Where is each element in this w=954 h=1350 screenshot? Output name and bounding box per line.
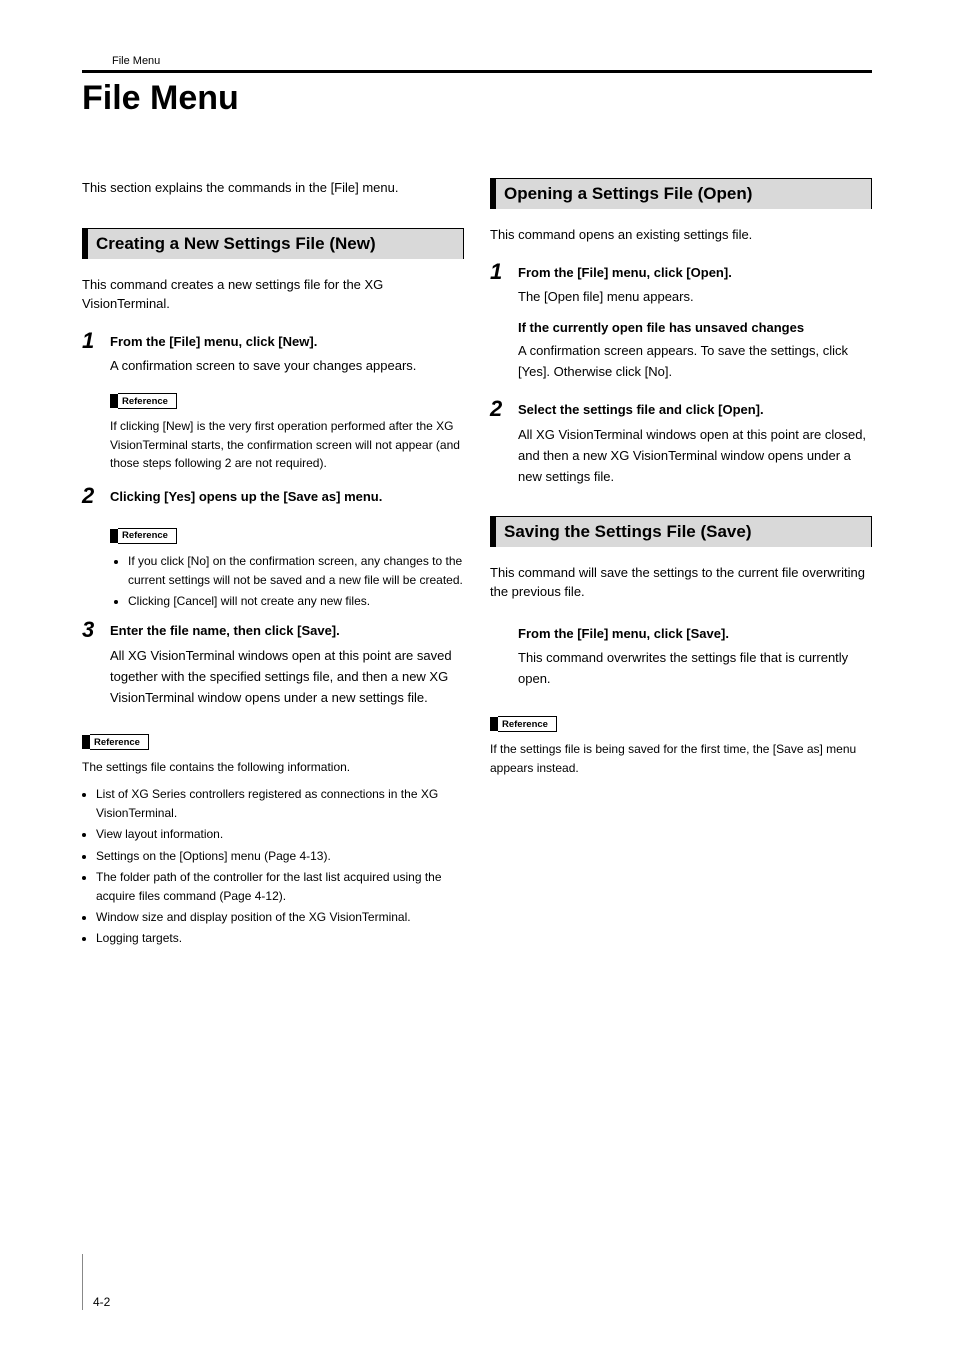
step-body: Enter the file name, then click [Save]. … (110, 621, 464, 708)
list-item: Logging targets. (96, 929, 464, 948)
ref-block-icon (82, 735, 90, 749)
section-b-desc: This command opens an existing settings … (490, 225, 872, 245)
step-text: All XG VisionTerminal windows open at th… (110, 648, 452, 705)
step-text: The [Open file] menu appears. (518, 289, 694, 304)
reference-note: The settings file contains the following… (82, 758, 464, 777)
step-num: 2 (82, 485, 110, 507)
step-num: 3 (82, 619, 110, 641)
step-body: Select the settings file and click [Open… (518, 400, 872, 487)
step-text: A confirmation screen appears. To save t… (518, 343, 848, 379)
title-rule (82, 70, 872, 73)
step-title: Select the settings file and click [Open… (518, 400, 872, 421)
step-title: From the [File] menu, click [Open]. (518, 263, 872, 284)
section-head-new: Creating a New Settings File (New) (82, 228, 464, 259)
reference-bullets: If you click [No] on the confirmation sc… (110, 552, 464, 612)
left-column: This section explains the commands in th… (82, 178, 464, 959)
step-num: 2 (490, 398, 518, 420)
reference-label: Reference (110, 528, 177, 544)
step-body: From the [File] menu, click [Open]. The … (518, 263, 872, 383)
ref-box: Reference (118, 528, 177, 544)
list-item: The folder path of the controller for th… (96, 868, 464, 906)
section-c-desc: This command will save the settings to t… (490, 563, 872, 602)
step-title: From the [File] menu, click [Save]. (518, 624, 872, 645)
page-number: 4-2 (82, 1254, 872, 1310)
section-a-desc: This command creates a new settings file… (82, 275, 464, 314)
ref-text: Reference (94, 737, 140, 748)
step-a1: 1 From the [File] menu, click [New]. A c… (82, 332, 464, 378)
list-item: View layout information. (96, 825, 464, 844)
step-title: Clicking [Yes] opens up the [Save as] me… (110, 487, 464, 508)
step-num: 1 (490, 261, 518, 283)
ref-text: Reference (122, 396, 168, 407)
ref-box: Reference (498, 716, 557, 732)
ref-text: Reference (502, 719, 548, 730)
list-item: Settings on the [Options] menu (Page 4-1… (96, 847, 464, 866)
reference-bullets: List of XG Series controllers registered… (82, 785, 464, 949)
running-head: File Menu (112, 55, 872, 67)
section-head-save: Saving the Settings File (Save) (490, 516, 872, 547)
right-column: Opening a Settings File (Open) This comm… (490, 178, 872, 959)
step-text: All XG VisionTerminal windows open at th… (518, 427, 866, 484)
page: File Menu File Menu This section explain… (0, 0, 954, 1350)
ref-block-icon (490, 717, 498, 731)
step-c: From the [File] menu, click [Save]. This… (518, 624, 872, 690)
ref-block-icon (110, 529, 118, 543)
reference-note: If the settings file is being saved for … (490, 740, 872, 777)
step-title: From the [File] menu, click [New]. (110, 332, 464, 353)
page-title: File Menu (82, 79, 872, 118)
ref-box: Reference (118, 393, 177, 409)
intro-text: This section explains the commands in th… (82, 178, 464, 198)
step-num: 1 (82, 330, 110, 352)
columns: This section explains the commands in th… (82, 178, 872, 959)
step-b1: 1 From the [File] menu, click [Open]. Th… (490, 263, 872, 383)
section-head-open: Opening a Settings File (Open) (490, 178, 872, 209)
ref-block-icon (110, 394, 118, 408)
reference-label: Reference (490, 716, 557, 732)
reference-note: If clicking [New] is the very first oper… (110, 417, 464, 473)
step-title: Enter the file name, then click [Save]. (110, 621, 464, 642)
step-text: A confirmation screen to save your chang… (110, 358, 416, 373)
step-body: From the [File] menu, click [New]. A con… (110, 332, 464, 378)
list-item: Clicking [Cancel] will not create any ne… (128, 592, 464, 611)
step-body: Clicking [Yes] opens up the [Save as] me… (110, 487, 464, 512)
step-b2: 2 Select the settings file and click [Op… (490, 400, 872, 487)
ref-box: Reference (90, 734, 149, 750)
reference-label: Reference (82, 734, 149, 750)
ref-text: Reference (122, 530, 168, 541)
step-a2: 2 Clicking [Yes] opens up the [Save as] … (82, 487, 464, 512)
list-item: List of XG Series controllers registered… (96, 785, 464, 823)
reference-label: Reference (110, 393, 177, 409)
step-text: This command overwrites the settings fil… (518, 650, 848, 686)
step-a3: 3 Enter the file name, then click [Save]… (82, 621, 464, 708)
list-item: If you click [No] on the confirmation sc… (128, 552, 464, 590)
list-item: Window size and display position of the … (96, 908, 464, 927)
step-subtitle: If the currently open file has unsaved c… (518, 318, 872, 339)
